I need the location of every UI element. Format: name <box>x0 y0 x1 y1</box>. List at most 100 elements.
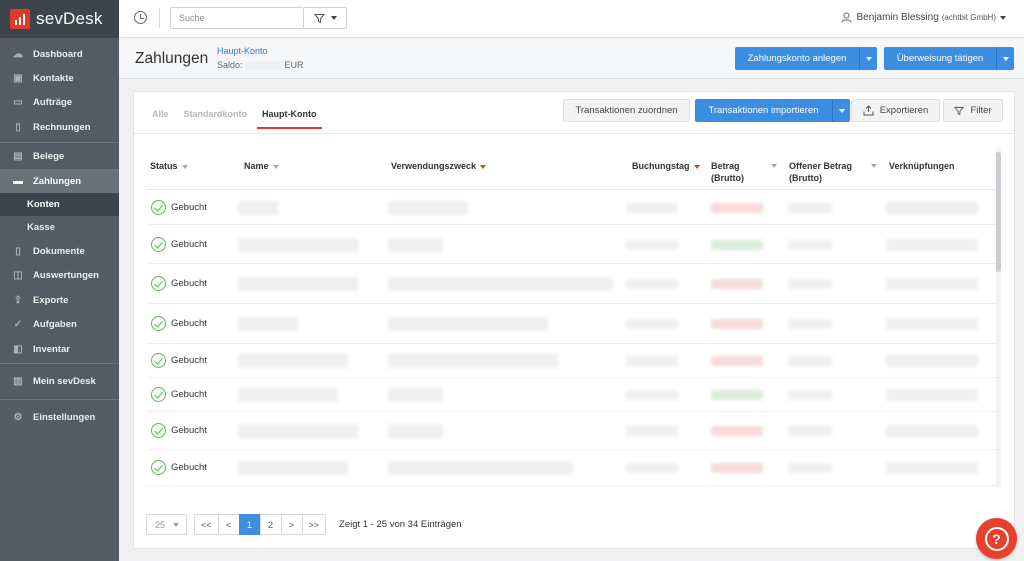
transactions-card: Alle Standardkonto Haupt-Konto Transakti… <box>133 91 1015 549</box>
status-label: Gebucht <box>171 278 207 289</box>
saldo-label: Saldo: <box>217 60 243 70</box>
import-transactions-button[interactable]: Transaktionen importieren <box>695 99 850 122</box>
sort-icon <box>480 164 487 169</box>
import-dropdown-toggle[interactable] <box>832 99 850 122</box>
tab-standardkonto[interactable]: Standardkonto <box>184 109 248 129</box>
sidebar-item-dokumente[interactable]: ▯ Dokumente <box>0 239 119 263</box>
sidebar-item-dashboard[interactable]: ☁ Dashboard <box>0 42 119 66</box>
column-booking-day[interactable]: Buchungstag <box>632 160 700 172</box>
filter-button[interactable]: Filter <box>943 99 1003 122</box>
sidebar-item-auftraege[interactable]: ▭ Aufträge <box>0 91 119 115</box>
check-circle-icon <box>151 387 166 402</box>
table-row[interactable]: Gebucht <box>146 225 998 264</box>
history-clock-icon[interactable] <box>134 11 147 24</box>
booking-day-redacted <box>626 390 678 400</box>
status-badge: Gebucht <box>151 460 207 475</box>
purpose-redacted <box>388 354 558 368</box>
table-header: Status Name Verwendungszweck Buchungstag… <box>146 150 998 190</box>
check-circle-icon <box>151 316 166 331</box>
saldo-value-redacted <box>244 61 283 71</box>
sidebar-item-label: Zahlungen <box>33 175 82 187</box>
cloud-icon: ☁ <box>13 48 23 60</box>
sidebar-subitem-konten[interactable]: Konten <box>0 193 119 217</box>
table-row[interactable]: Gebucht <box>146 412 998 450</box>
next-page-button[interactable]: > <box>280 514 303 535</box>
page-2-button[interactable]: 2 <box>259 514 282 535</box>
sidebar-nav: ☁ Dashboard ▣ Kontakte ▭ Aufträge ▯ Rechnung… <box>0 38 119 433</box>
sidebar-item-aufgaben[interactable]: ✓ Aufgaben <box>0 313 119 337</box>
status-label: Gebucht <box>171 355 207 366</box>
sidebar-item-belege[interactable]: ▤ Belege <box>0 145 119 169</box>
page-size-select[interactable]: 25 <box>146 514 187 535</box>
sort-icon <box>871 164 877 168</box>
search-input[interactable]: Suche <box>170 7 304 29</box>
table-row[interactable]: Gebucht <box>146 191 998 225</box>
table-row[interactable]: Gebucht <box>146 304 998 344</box>
column-name[interactable]: Name <box>244 160 279 172</box>
status-label: Gebucht <box>171 202 207 213</box>
folder-icon: ▭ <box>13 97 23 109</box>
prev-page-button[interactable]: < <box>217 514 240 535</box>
sidebar-item-rechnungen[interactable]: ▯ Rechnungen <box>0 115 119 139</box>
column-open-amount[interactable]: Offener Betrag (Brutto) <box>789 160 877 184</box>
open-amount-redacted <box>788 279 832 289</box>
sidebar-item-inventar[interactable]: ◧ Inventar <box>0 337 119 361</box>
page-title: Zahlungen <box>135 50 209 67</box>
last-page-button[interactable]: >> <box>301 514 327 535</box>
sidebar-item-label: Kontakte <box>33 73 74 85</box>
name-redacted <box>238 354 348 368</box>
sidebar-item-kontakte[interactable]: ▣ Kontakte <box>0 66 119 90</box>
search-filter-dropdown[interactable] <box>304 7 347 29</box>
check-circle-icon <box>151 237 166 252</box>
name-redacted <box>238 238 358 252</box>
help-button[interactable]: ? <box>976 518 1017 559</box>
sidebar-item-mein-sevdesk[interactable]: ▥ Mein sevDesk <box>0 366 119 397</box>
tab-haupt-konto[interactable]: Haupt-Konto <box>257 109 322 129</box>
column-label: Status <box>150 161 178 171</box>
search-placeholder: Suche <box>179 13 205 23</box>
tab-alle[interactable]: Alle <box>152 109 169 129</box>
filter-icon <box>313 13 325 23</box>
create-payment-account-button[interactable]: Zahlungskonto anlegen <box>735 47 877 70</box>
name-redacted <box>238 277 358 291</box>
column-status[interactable]: Status <box>150 160 188 172</box>
export-button[interactable]: Exportieren <box>851 99 940 122</box>
check-circle-icon <box>151 353 166 368</box>
table-row[interactable]: Gebucht <box>146 344 998 378</box>
sidebar-item-label: Einstellungen <box>33 412 96 424</box>
table-row[interactable]: Gebucht <box>146 450 998 486</box>
booking-day-redacted <box>626 356 678 366</box>
document-icon: ▯ <box>15 121 21 133</box>
purpose-redacted <box>388 238 443 252</box>
amount-redacted <box>711 240 763 250</box>
sidebar-item-zahlungen[interactable]: ▬ Zahlungen <box>0 168 119 194</box>
first-page-button[interactable]: << <box>194 514 219 535</box>
brand-logo[interactable]: sevDesk <box>0 0 119 38</box>
table-row[interactable]: Gebucht <box>146 264 998 304</box>
assign-transactions-button[interactable]: Transaktionen zuordnen <box>563 99 690 122</box>
links-redacted <box>886 389 978 401</box>
sidebar-subitem-kasse[interactable]: Kasse <box>0 216 119 239</box>
transfer-dropdown-toggle[interactable] <box>996 47 1014 70</box>
chevron-down-icon <box>1000 15 1006 20</box>
column-purpose[interactable]: Verwendungszweck <box>391 160 487 172</box>
page-1-button[interactable]: 1 <box>238 514 261 535</box>
make-transfer-button[interactable]: Überweisung tätigen <box>884 47 1014 70</box>
name-redacted <box>238 424 358 438</box>
column-label-line2: (Brutto) <box>711 173 744 183</box>
user-menu[interactable]: Benjamin Blessing (achtbit GmbH) <box>841 12 1006 23</box>
booking-day-redacted <box>626 203 678 213</box>
account-link[interactable]: Haupt-Konto <box>217 46 268 56</box>
sidebar-item-einstellungen[interactable]: ⚙ Einstellungen <box>0 402 119 433</box>
column-amount[interactable]: Betrag (Brutto) <box>711 160 777 184</box>
scrollbar-thumb[interactable] <box>996 152 1001 272</box>
table-scrollbar[interactable] <box>996 148 1001 488</box>
status-badge: Gebucht <box>151 353 207 368</box>
table-row[interactable]: Gebucht <box>146 378 998 412</box>
sidebar-item-label: Aufgaben <box>33 319 77 331</box>
user-company: (achtbit GmbH) <box>941 13 996 22</box>
create-account-dropdown-toggle[interactable] <box>859 47 877 70</box>
sidebar-divider <box>0 141 119 143</box>
sidebar-item-auswertungen[interactable]: ◫ Auswertungen <box>0 264 119 288</box>
sidebar-item-exporte[interactable]: ⇪ Exporte <box>0 288 119 312</box>
